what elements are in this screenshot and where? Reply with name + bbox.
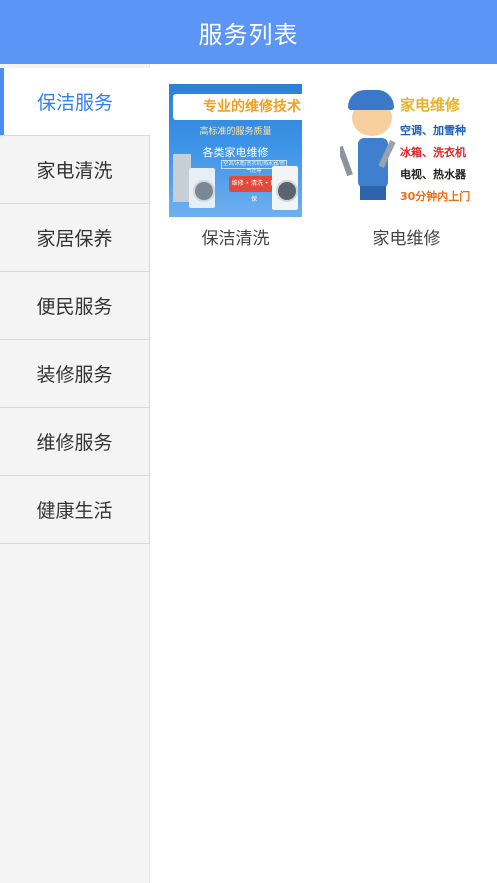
sidebar-item-renovation-service[interactable]: 装修服务 [0, 340, 150, 408]
thumbnail-line: 30分钟内上门 [400, 190, 471, 203]
repairman-legs-illustration [360, 186, 386, 200]
service-card-cleaning[interactable]: 专业的维修技术 高标准的服务质量 各类家电维修 空调/冰箱/洗衣机/热水器/燃气… [169, 84, 302, 249]
thumbnail-headline: 专业的维修技术 [173, 94, 302, 120]
sidebar-item-home-maintenance[interactable]: 家居保养 [0, 204, 150, 272]
app-header: 服务列表 [0, 0, 497, 64]
thumbnail-caption: 各类家电维修 [202, 146, 269, 159]
service-card-label: 家电维修 [372, 229, 441, 249]
washing-machine-illustration [189, 168, 215, 208]
sidebar-item-convenience-service[interactable]: 便民服务 [0, 272, 150, 340]
sidebar-item-label: 便民服务 [36, 296, 113, 318]
sidebar-item-label: 家居保养 [36, 228, 113, 250]
category-sidebar: 保洁服务 家电清洗 家居保养 便民服务 装修服务 维修服务 健康生活 [0, 64, 150, 883]
washing-machine-illustration [272, 166, 298, 210]
sidebar-item-label: 保洁服务 [36, 92, 113, 114]
service-card-label: 保洁清洗 [201, 229, 270, 249]
sidebar-item-label: 维修服务 [36, 432, 113, 454]
thumbnail-line: 电视、热水器 [400, 168, 466, 181]
sidebar-item-label: 装修服务 [36, 364, 113, 386]
thumbnail-line: 冰箱、洗衣机 [400, 146, 466, 159]
sidebar-item-healthy-living[interactable]: 健康生活 [0, 476, 150, 544]
repairman-cap-illustration [348, 90, 394, 110]
thumbnail-line: 空调、加雪种 [400, 124, 466, 137]
page-title: 服务列表 [198, 20, 299, 49]
sidebar-item-appliance-cleaning[interactable]: 家电清洗 [0, 136, 150, 204]
service-content: 专业的维修技术 高标准的服务质量 各类家电维修 空调/冰箱/洗衣机/热水器/燃气… [150, 64, 497, 883]
sidebar-item-label: 健康生活 [36, 500, 113, 522]
sidebar-item-repair-service[interactable]: 维修服务 [0, 408, 150, 476]
service-thumbnail: 家电维修 空调、加雪种 冰箱、洗衣机 电视、热水器 30分钟内上门 [340, 84, 473, 217]
sidebar-item-label: 家电清洗 [36, 160, 113, 182]
service-thumbnail: 专业的维修技术 高标准的服务质量 各类家电维修 空调/冰箱/洗衣机/热水器/燃气… [169, 84, 302, 217]
thumbnail-line: 家电维修 [400, 96, 461, 114]
wrench-icon [340, 145, 353, 177]
thumbnail-subline: 高标准的服务质量 [199, 127, 272, 137]
service-card-appliance-repair[interactable]: 家电维修 空调、加雪种 冰箱、洗衣机 电视、热水器 30分钟内上门 家电维修 [340, 84, 473, 249]
sidebar-item-cleaning-service[interactable]: 保洁服务 [0, 68, 150, 136]
